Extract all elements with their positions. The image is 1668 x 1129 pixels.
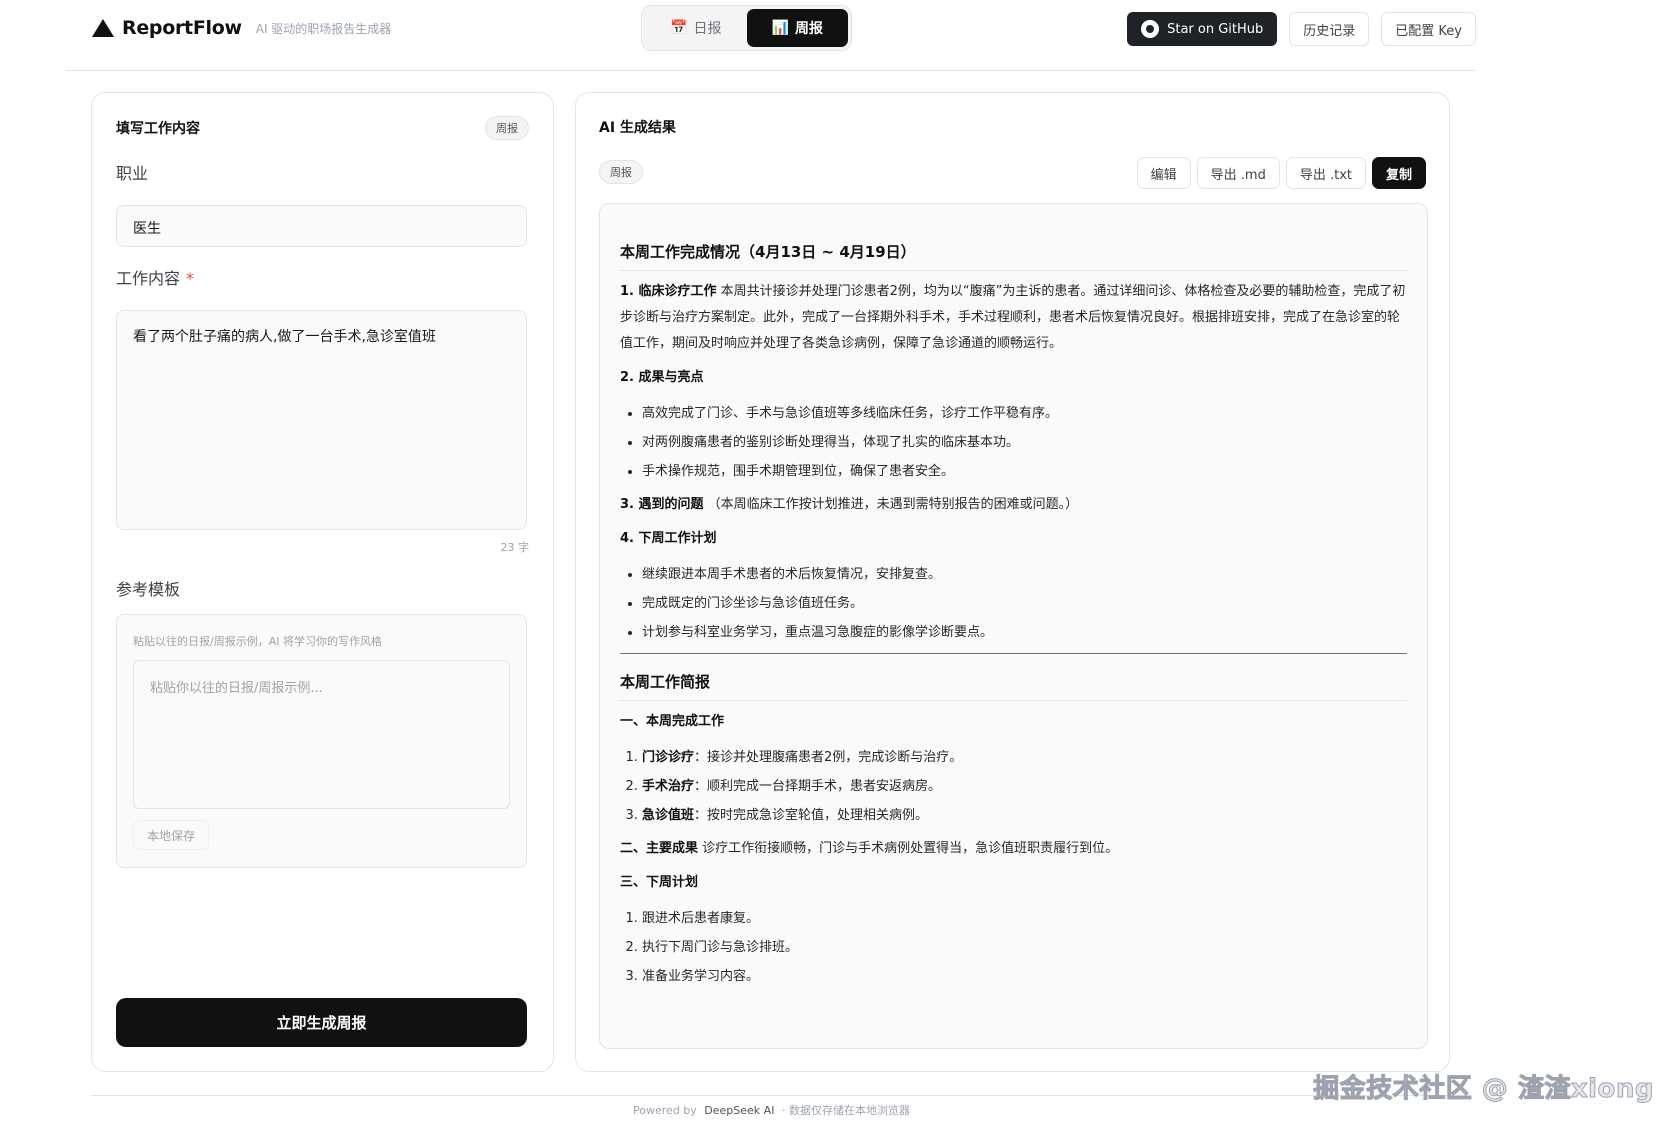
section-1-title: 1. 临床诊疗工作 [620,284,717,299]
list-item-text: ：按时完成急诊室轮值，处理相关病例。 [694,808,929,823]
github-star-label: Star on GitHub [1167,21,1264,37]
result-panel-title: AI 生成结果 [599,120,676,136]
list-item: 急诊值班：按时完成急诊室轮值，处理相关病例。 [642,801,1407,830]
list-item-text: ：接诊并处理腹痛患者2例，完成诊断与治疗。 [694,750,963,765]
watermark: 掘金技术社区 @ 渣渣xiong [1313,1074,1654,1105]
save-local-button[interactable]: 本地保存 [133,820,210,850]
report-heading-2: 本周工作简报 [620,670,1407,701]
history-button[interactable]: 历史记录 [1289,12,1370,46]
achievements-list: 高效完成了门诊、手术与急诊值班等多线临床任务，诊疗工作平稳有序。 对两例腹痛患者… [620,399,1407,486]
brief-1-title-text: 一、本周完成工作 [620,714,725,729]
next-week-list: 继续跟进本周手术患者的术后恢复情况，安排复查。 完成既定的门诊坐诊与急诊值班任务… [620,560,1407,647]
footer-powered: Powered by [633,1104,697,1117]
list-item: 手术治疗：顺利完成一台择期手术，患者安返病房。 [642,772,1407,801]
tab-daily[interactable]: 📅 日报 [645,9,747,47]
list-item: 手术操作规范，围手术期管理到位，确保了患者安全。 [642,457,1407,486]
input-panel: 填写工作内容 周报 职业 医生 工作内容 * 看了两个肚子痛的病人,做了一台手术,… [91,92,554,1072]
list-item-bold: 急诊值班 [642,808,695,823]
result-mode-badge: 周报 [599,160,643,184]
list-item: 完成既定的门诊坐诊与急诊值班任务。 [642,589,1407,618]
export-txt-button[interactable]: 导出 .txt [1285,157,1366,189]
brief-plan-list: 跟进术后患者康复。 执行下周门诊与急诊排班。 准备业务学习内容。 [620,904,1407,991]
generate-button[interactable]: 立即生成周报 [116,998,527,1047]
header-actions: Star on GitHub 历史记录 已配置 Key [1127,12,1476,46]
footer-note: 数据仅存储在本地浏览器 [788,1104,910,1117]
report-section-4-title: 4. 下周工作计划 [620,526,1407,552]
list-item: 高效完成了门诊、手术与急诊值班等多线临床任务，诊疗工作平稳有序。 [642,399,1407,428]
list-item-text: ：顺利完成一台择期手术，患者安返病房。 [694,779,942,794]
list-item: 跟进术后患者康复。 [642,904,1407,933]
bar-chart-icon: 📊 [771,20,789,36]
edit-button[interactable]: 编辑 [1136,157,1191,189]
brand-name: ReportFlow [122,17,242,39]
brand[interactable]: ReportFlow AI 驱动的职场报告生成器 [92,16,391,40]
report-section-1: 1. 临床诊疗工作 本周共计接诊并处理门诊患者2例，均为以“腹痛”为主诉的患者。… [620,279,1407,357]
brief-done-list: 门诊诊疗：接诊并处理腹痛患者2例，完成诊断与治疗。 手术治疗：顺利完成一台择期手… [620,743,1407,830]
tab-weekly[interactable]: 📊 周报 [746,9,848,47]
brief-3-title: 三、下周计划 [620,870,1407,896]
list-item-bold: 手术治疗 [642,779,695,794]
footer: Powered by DeepSeek AI · 数据仅存储在本地浏览器 [0,1102,1543,1118]
top-header: ReportFlow AI 驱动的职场报告生成器 📅 日报 📊 周报 Star … [66,0,1476,71]
mode-badge: 周报 [485,116,529,140]
list-item: 计划参与科室业务学习，重点温习急腹症的影像学诊断要点。 [642,618,1407,647]
section-3-text: （本周临床工作按计划推进，未遇到需特别报告的困难或问题。） [703,497,1079,512]
brief-1-title: 一、本周完成工作 [620,709,1407,735]
required-mark: * [186,269,195,288]
content-label: 工作内容 * [116,265,194,289]
list-item-bold: 门诊诊疗 [642,750,695,765]
divider [620,653,1407,654]
list-item: 门诊诊疗：接诊并处理腹痛患者2例，完成诊断与治疗。 [642,743,1407,772]
api-key-button[interactable]: 已配置 Key [1381,12,1476,46]
brief-2: 二、主要成果 诊疗工作衔接顺畅，门诊与手术病例处置得当，急诊值班职责履行到位。 [620,836,1407,862]
section-3-title: 3. 遇到的问题 [620,497,704,512]
report-section-3: 3. 遇到的问题 （本周临床工作按计划推进，未遇到需特别报告的困难或问题。） [620,492,1407,518]
github-star-button[interactable]: Star on GitHub [1127,12,1278,46]
brief-2-text: 诊疗工作衔接顺畅，门诊与手术病例处置得当，急诊值班职责履行到位。 [698,841,1119,856]
brief-2-title: 二、主要成果 [620,841,699,856]
list-item: 继续跟进本周手术患者的术后恢复情况，安排复查。 [642,560,1407,589]
template-textarea[interactable]: 粘贴你以往的日报/周报示例... [133,660,510,809]
section-4-title: 4. 下周工作计划 [620,531,717,546]
report-section-2-title: 2. 成果与亮点 [620,365,1407,391]
job-input[interactable]: 医生 [116,205,527,247]
job-label: 职业 [116,164,149,183]
brief-3-title-text: 三、下周计划 [620,875,699,890]
tab-weekly-label: 周报 [794,21,823,37]
result-panel: AI 生成结果 周报 编辑 导出 .md 导出 .txt 复制 本周工作完成情况… [575,92,1450,1072]
section-1-text: 本周共计接诊并处理门诊患者2例，均为以“腹痛”为主诉的患者。通过详细问诊、体格检… [620,284,1406,351]
template-box: 粘贴以往的日报/周报示例，AI 将学习你的写作风格 粘贴你以往的日报/周报示例.… [116,614,527,868]
copy-button[interactable]: 复制 [1371,157,1426,189]
triangle-logo-icon [92,19,114,37]
calendar-icon: 📅 [670,20,688,36]
content-label-text: 工作内容 [116,269,181,288]
work-content-textarea[interactable]: 看了两个肚子痛的病人,做了一台手术,急诊室值班 [116,310,527,530]
template-label: 参考模板 [116,580,181,599]
report-mode-switch: 📅 日报 📊 周报 [641,5,852,51]
footer-separator: · [781,1104,786,1117]
list-item: 对两例腹痛患者的鉴别诊断处理得当，体现了扎实的临床基本功。 [642,428,1407,457]
footer-divider [91,1095,1451,1096]
footer-provider-link[interactable]: DeepSeek AI [704,1104,774,1117]
tab-daily-label: 日报 [693,21,722,37]
char-counter: 23 字 [500,541,530,554]
section-2-title: 2. 成果与亮点 [620,370,704,385]
report-output: 本周工作完成情况（4月13日 ~ 4月19日） 1. 临床诊疗工作 本周共计接诊… [599,203,1428,1049]
list-item: 准备业务学习内容。 [642,962,1407,991]
report-heading-1: 本周工作完成情况（4月13日 ~ 4月19日） [620,240,1407,271]
github-icon [1141,20,1160,38]
template-hint: 粘贴以往的日报/周报示例，AI 将学习你的写作风格 [133,635,382,648]
input-panel-title: 填写工作内容 [116,121,200,137]
export-md-button[interactable]: 导出 .md [1196,157,1280,189]
result-actions: 编辑 导出 .md 导出 .txt 复制 [1136,157,1426,189]
brand-subtitle: AI 驱动的职场报告生成器 [255,21,392,36]
list-item: 执行下周门诊与急诊排班。 [642,933,1407,962]
